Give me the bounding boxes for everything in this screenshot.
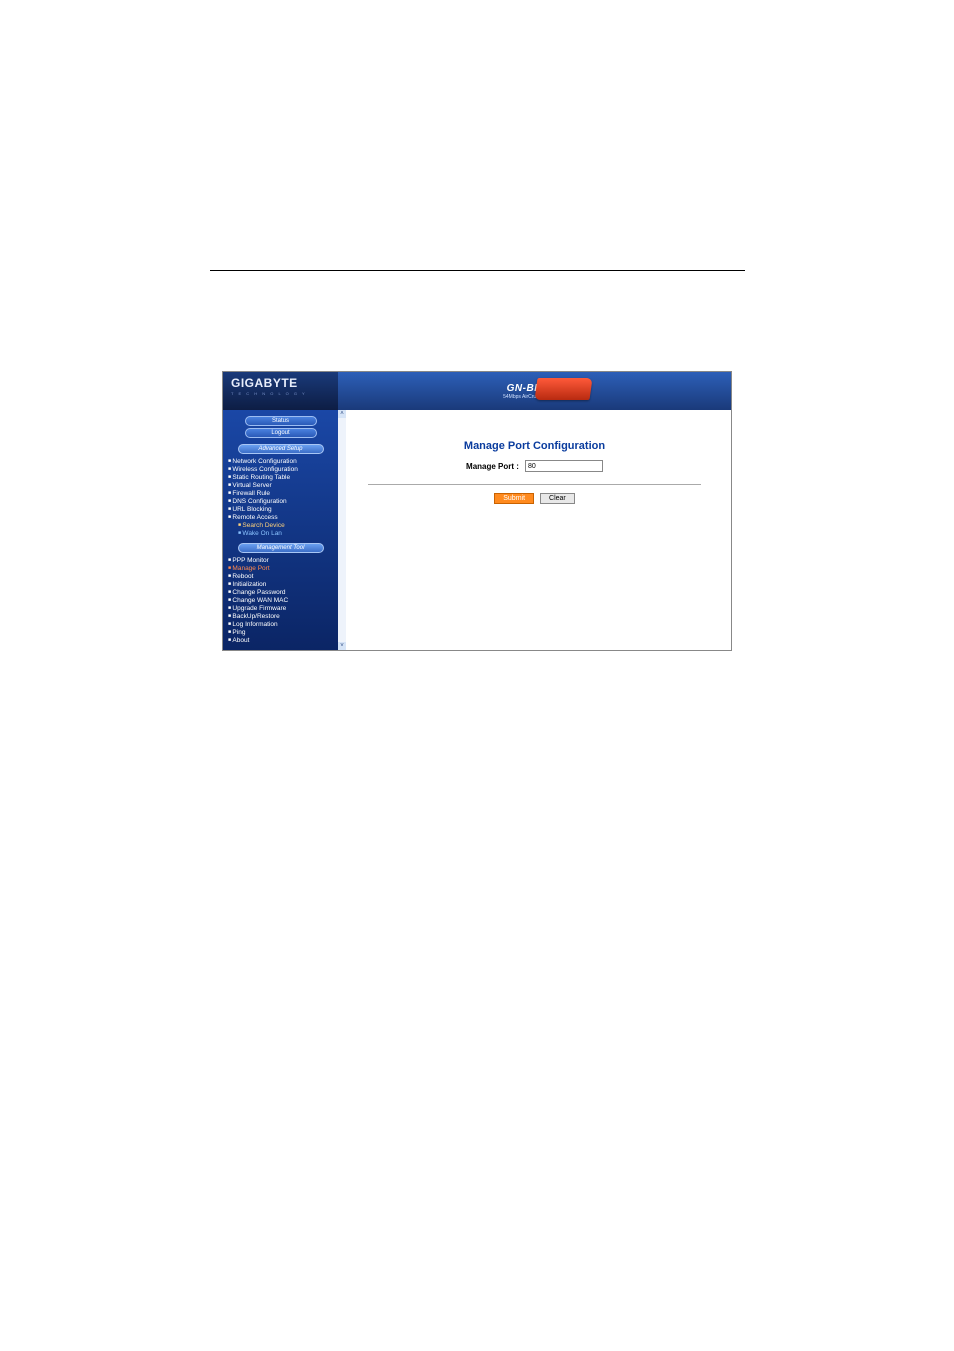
- nav-change-wan-mac[interactable]: Change WAN MAC: [228, 596, 335, 604]
- horizontal-rule: [210, 270, 745, 271]
- logout-button[interactable]: Logout: [245, 428, 317, 438]
- scroll-up-icon[interactable]: ˄: [338, 410, 346, 418]
- nav-upgrade-firmware[interactable]: Upgrade Firmware: [228, 604, 335, 612]
- nav-virtual-server[interactable]: Virtual Server: [228, 481, 335, 489]
- nav-wake-on-lan[interactable]: Wake On Lan: [228, 529, 335, 537]
- submit-button[interactable]: Submit: [494, 493, 534, 504]
- nav-remote-access[interactable]: Remote Access: [228, 513, 335, 521]
- manage-port-input[interactable]: [525, 460, 603, 472]
- clear-button[interactable]: Clear: [540, 493, 575, 504]
- nav-search-device[interactable]: Search Device: [228, 521, 335, 529]
- nav-dns-configuration[interactable]: DNS Configuration: [228, 497, 335, 505]
- sidebar: ˄ ˅ Status Logout Advanced Setup Network…: [223, 410, 338, 650]
- nav-about[interactable]: About: [228, 636, 335, 644]
- status-button[interactable]: Status: [245, 416, 317, 426]
- advanced-setup-menu: Network Configuration Wireless Configura…: [226, 457, 335, 537]
- manage-port-label: Manage Port :: [466, 462, 519, 471]
- nav-wireless-configuration[interactable]: Wireless Configuration: [228, 465, 335, 473]
- router-image: [534, 378, 592, 400]
- nav-firewall-rule[interactable]: Firewall Rule: [228, 489, 335, 497]
- page-title: Manage Port Configuration: [368, 440, 701, 452]
- nav-change-password[interactable]: Change Password: [228, 588, 335, 596]
- scroll-down-icon[interactable]: ˅: [338, 642, 346, 650]
- management-tool-menu: PPP Monitor Manage Port Reboot Initializ…: [226, 556, 335, 644]
- content-pane: Manage Port Configuration Manage Port : …: [338, 410, 731, 650]
- header-right: GN-BR01G 54Mbps AirCruiser G Router: [338, 372, 731, 410]
- advanced-setup-header: Advanced Setup: [238, 444, 324, 454]
- nav-ppp-monitor[interactable]: PPP Monitor: [228, 556, 335, 564]
- router-admin-screenshot: GIGABYTE T E C H N O L O G Y GN-BR01G 54…: [222, 371, 732, 651]
- nav-reboot[interactable]: Reboot: [228, 572, 335, 580]
- nav-initialization[interactable]: Initialization: [228, 580, 335, 588]
- nav-network-configuration[interactable]: Network Configuration: [228, 457, 335, 465]
- divider: [368, 484, 701, 485]
- brand-subtitle: T E C H N O L O G Y: [231, 391, 330, 396]
- brand-logo-area: GIGABYTE T E C H N O L O G Y: [223, 372, 338, 410]
- management-tool-header: Management Tool: [238, 543, 324, 553]
- nav-manage-port[interactable]: Manage Port: [228, 564, 335, 572]
- brand-name: GIGABYTE: [231, 376, 330, 390]
- nav-log-information[interactable]: Log Information: [228, 620, 335, 628]
- scrollbar-track[interactable]: [338, 418, 346, 642]
- nav-backup-restore[interactable]: BackUp/Restore: [228, 612, 335, 620]
- manage-port-row: Manage Port :: [368, 460, 701, 472]
- header-bar: GIGABYTE T E C H N O L O G Y GN-BR01G 54…: [223, 372, 731, 410]
- nav-static-routing-table[interactable]: Static Routing Table: [228, 473, 335, 481]
- button-row: Submit Clear: [368, 493, 701, 504]
- nav-url-blocking[interactable]: URL Blocking: [228, 505, 335, 513]
- nav-ping[interactable]: Ping: [228, 628, 335, 636]
